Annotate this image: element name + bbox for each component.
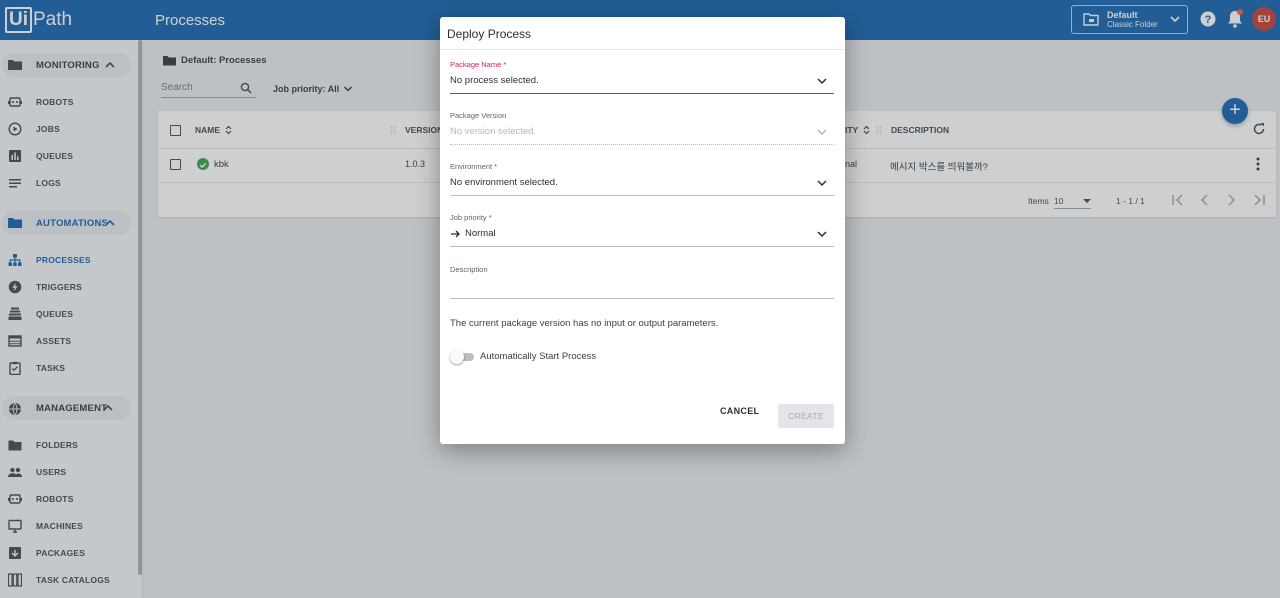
auto-start-toggle[interactable]: Automatically Start Process <box>450 349 597 364</box>
field-underline <box>450 144 834 145</box>
description-label: Description <box>450 265 488 274</box>
chevron-down-icon <box>817 129 827 136</box>
chevron-down-icon <box>817 231 827 238</box>
chevron-down-icon <box>817 180 827 187</box>
environment-select[interactable]: Environment * No environment selected. <box>450 162 834 202</box>
job-priority-select[interactable]: Job priority * Normal <box>450 213 834 253</box>
field-underline <box>450 246 834 247</box>
field-underline <box>450 298 834 299</box>
deploy-process-dialog: Deploy Process Package Name * No process… <box>440 17 845 444</box>
chevron-down-icon <box>817 78 827 85</box>
create-button[interactable]: CREATE <box>778 404 834 428</box>
package-version-select[interactable]: Package Version No version selected. <box>450 111 834 151</box>
description-input[interactable]: Description <box>450 265 834 305</box>
environment-label: Environment * <box>450 162 498 171</box>
toggle-track[interactable] <box>450 349 474 364</box>
cancel-button[interactable]: CANCEL <box>720 406 759 416</box>
arrow-right-icon <box>451 230 460 237</box>
field-underline <box>450 93 834 94</box>
auto-start-label: Automatically Start Process <box>480 351 597 362</box>
package-name-value: No process selected. <box>450 75 539 86</box>
dialog-divider <box>440 49 845 50</box>
environment-value: No environment selected. <box>450 177 558 188</box>
job-priority-label: Job priority * <box>450 213 492 222</box>
job-priority-value: Normal <box>465 228 496 239</box>
package-name-label: Package Name * <box>450 60 507 69</box>
package-version-value: No version selected. <box>450 126 537 137</box>
dialog-title: Deploy Process <box>447 27 532 41</box>
package-version-label: Package Version <box>450 111 507 120</box>
parameters-info-text: The current package version has no input… <box>450 318 719 329</box>
package-name-select[interactable]: Package Name * No process selected. <box>450 60 834 100</box>
field-underline <box>450 195 834 196</box>
toggle-knob <box>450 349 464 364</box>
